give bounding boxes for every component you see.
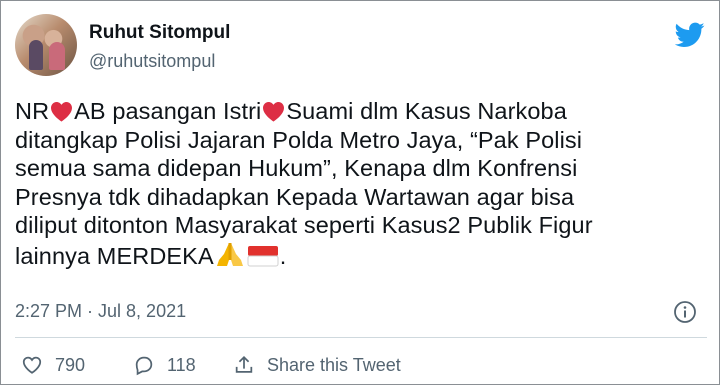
twitter-bird-icon[interactable]	[675, 22, 705, 48]
tweet-text-line: semua sama didepan Hukum”, Kenapa dlm Ko…	[15, 154, 705, 183]
tweet-text: NR AB pasangan Istri Suami dlm Kasus Narko…	[15, 97, 705, 270]
info-icon[interactable]	[673, 300, 697, 324]
reply-icon	[135, 356, 153, 376]
like-button[interactable]: 790	[21, 351, 85, 379]
heart-icon	[22, 356, 42, 374]
tweet-text-line: diliput ditonton Masyarakat seperti Kasu…	[15, 211, 705, 240]
tweet-text-line: NR AB pasangan Istri Suami dlm Kasus Narko…	[15, 97, 705, 126]
tweet-text-segment: semua sama didepan Hukum”, Kenapa dlm Ko…	[15, 155, 578, 181]
tweet-text-segment: .	[279, 242, 287, 269]
tweet-text-line: Presnya tdk dihadapkan Kepada Wartawan a…	[15, 183, 705, 212]
tweet-text-segment: NR	[15, 98, 50, 124]
folded-hands-emoji	[216, 242, 243, 266]
tweet-text-line: lainnya MERDEKA.	[15, 240, 705, 271]
tweet-header: Ruhut Sitompul @ruhutsitompul	[15, 14, 705, 76]
like-count: 790	[55, 354, 86, 375]
share-icon	[235, 355, 253, 373]
tweet-text-segment: Suami dlm Kasus Narkoba	[286, 98, 567, 124]
reply-button[interactable]: 118	[133, 351, 196, 379]
avatar[interactable]	[15, 14, 77, 76]
tweet-text-segment: Presnya tdk dihadapkan Kepada Wartawan a…	[15, 183, 575, 210]
share-label: Share this Tweet	[267, 354, 401, 375]
red-heart-emoji	[263, 101, 285, 122]
divider	[15, 337, 707, 338]
action-bar: 790 118 Share this Tweet	[15, 351, 615, 379]
tweet-text-segment: diliput ditonton Masyarakat seperti Kasu…	[15, 212, 593, 238]
display-name[interactable]: Ruhut Sitompul	[89, 22, 230, 44]
share-button[interactable]: Share this Tweet	[233, 351, 401, 379]
reply-count: 118	[167, 354, 196, 375]
tweet-text-line: ditangkap Polisi Jajaran Polda Metro Jay…	[15, 126, 705, 155]
tweet-card: Ruhut Sitompul @ruhutsitompul NR AB pasan…	[0, 0, 720, 385]
tweet-text-segment: ditangkap Polisi Jajaran Polda Metro Jay…	[15, 126, 583, 153]
red-heart-emoji	[51, 101, 73, 122]
tweet-timestamp[interactable]: 2:27 PM · Jul 8, 2021	[15, 301, 186, 322]
indonesia-flag-emoji	[247, 245, 279, 266]
tweet-text-segment: AB pasangan Istri	[74, 98, 262, 124]
user-handle[interactable]: @ruhutsitompul	[89, 51, 215, 72]
tweet-text-segment: lainnya MERDEKA	[15, 242, 214, 269]
